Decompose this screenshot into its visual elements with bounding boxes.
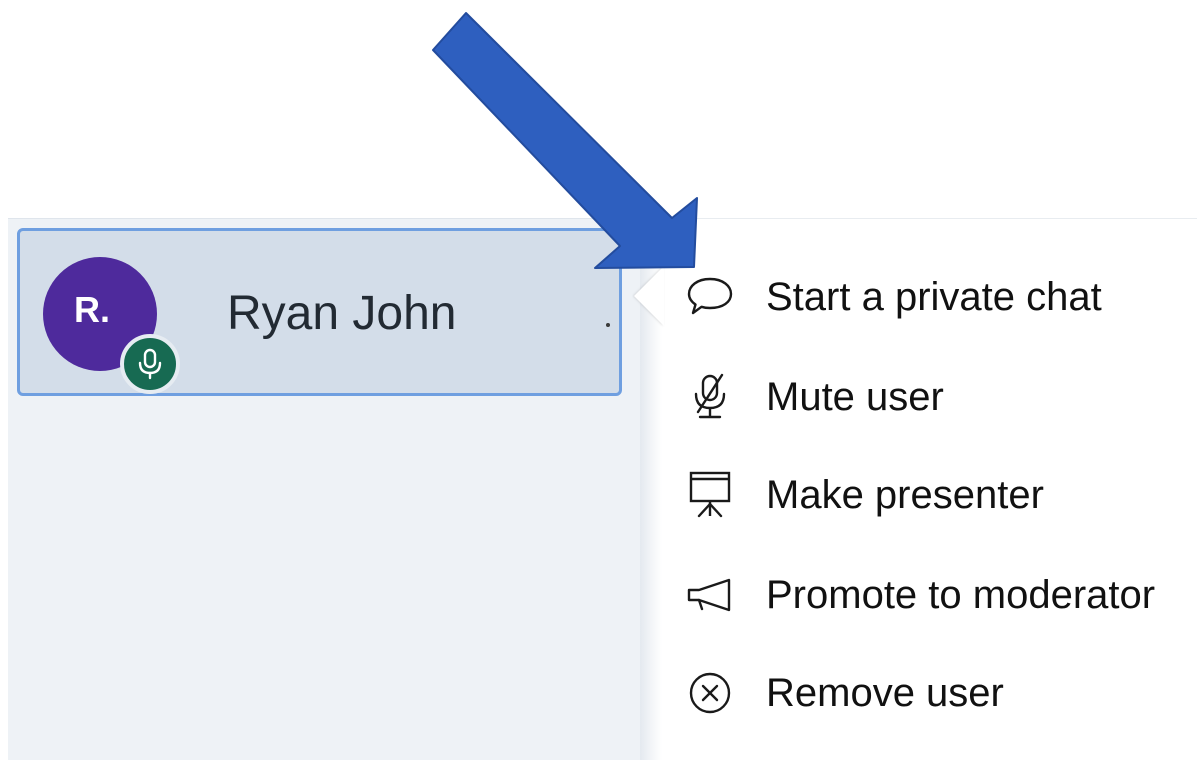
menu-item-label: Remove user xyxy=(766,671,1004,715)
menu-item-mute-user[interactable]: Mute user xyxy=(685,367,944,427)
screenshot-stage: R. Ryan John Start a private chat Mute u… xyxy=(0,0,1197,760)
menu-item-make-presenter[interactable]: Make presenter xyxy=(685,465,1044,525)
menu-item-label: Make presenter xyxy=(766,473,1044,517)
menu-caret xyxy=(634,266,664,326)
menu-item-remove-user[interactable]: Remove user xyxy=(685,663,1004,723)
menu-item-promote-to-moderator[interactable]: Promote to moderator xyxy=(685,565,1155,625)
megaphone-icon xyxy=(685,570,735,620)
menu-item-label: Start a private chat xyxy=(766,275,1102,319)
microphone-muted-icon xyxy=(685,372,735,422)
menu-item-label: Mute user xyxy=(766,375,944,419)
close-circle-icon xyxy=(685,668,735,718)
microphone-icon xyxy=(138,348,162,380)
menu-item-label: Promote to moderator xyxy=(766,573,1156,617)
chat-bubble-icon xyxy=(685,272,735,322)
presentation-board-icon xyxy=(685,470,735,520)
row-dot xyxy=(606,323,610,327)
user-avatar-initials: R. xyxy=(74,289,110,330)
user-name: Ryan John xyxy=(227,287,457,340)
menu-item-start-private-chat[interactable]: Start a private chat xyxy=(685,267,1102,327)
voice-status-badge xyxy=(120,334,180,394)
